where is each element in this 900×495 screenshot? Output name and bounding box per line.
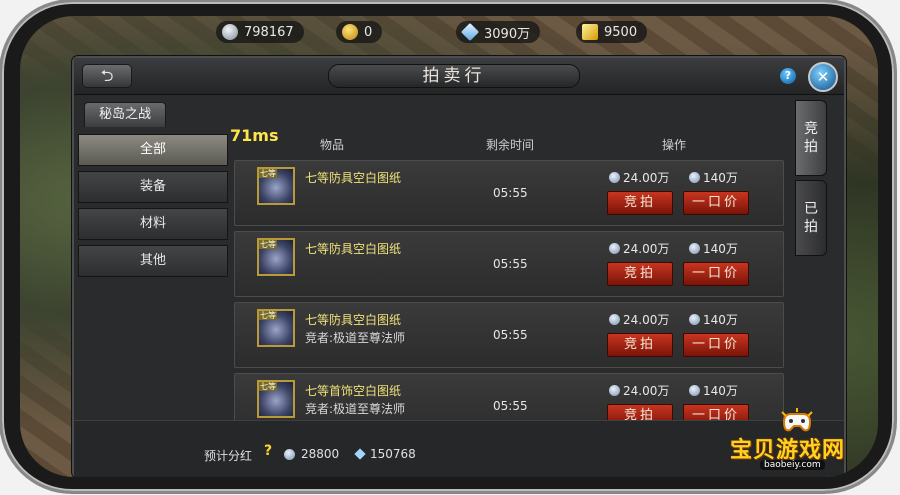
silver-coin-icon (689, 385, 700, 396)
buyout-price-value: 140万 (703, 384, 738, 398)
category-all[interactable]: 全部 (78, 134, 228, 166)
gold-value: 0 (364, 24, 373, 40)
item-name: 七等首饰空白图纸 (305, 384, 402, 398)
ingot-counter: 9500 (576, 21, 648, 43)
title-bar: ⮌ 拍卖行 ? ✕ (74, 58, 844, 95)
page-title: 拍卖行 (328, 64, 580, 88)
buyout-price: 140万 (689, 240, 738, 257)
column-header-item: 物品 (320, 138, 345, 152)
silver-coin-icon (609, 385, 620, 396)
item-thumbnail[interactable]: 七等 (257, 380, 295, 418)
auction-list[interactable]: 七等 七等防具空白图纸 05:55 24.00万 140万 竞拍 一口价 七等 … (234, 158, 802, 420)
item-name: 七等防具空白图纸 (305, 171, 402, 185)
silver-coin-icon (609, 172, 620, 183)
category-other[interactable]: 其他 (78, 245, 228, 277)
time-left: 05:55 (493, 328, 528, 342)
diamond-icon (460, 22, 480, 42)
ingot-value: 9500 (604, 24, 638, 40)
tab-bidding-label: 竞拍 (804, 121, 818, 155)
item-thumbnail[interactable]: 七等 (257, 238, 295, 276)
diamond-icon (354, 448, 366, 460)
column-header-action: 操作 (662, 138, 687, 152)
bid-price-value: 24.00万 (623, 313, 670, 327)
dividend-diamond-value: 150768 (370, 447, 416, 461)
grade-badge: 七等 (259, 169, 277, 178)
silver-coin-icon (284, 448, 295, 460)
dividend-silver: 28800 (284, 447, 339, 461)
buyout-price: 140万 (689, 169, 738, 186)
silver-coin-icon (689, 172, 700, 183)
tab-won[interactable]: 已拍 (795, 180, 827, 256)
gold-coin-icon (342, 24, 358, 40)
column-header-time: 剩余时间 (486, 138, 535, 152)
item-name: 七等防具空白图纸 (305, 242, 402, 256)
grade-badge: 七等 (259, 311, 277, 320)
bid-button[interactable]: 竞拍 (607, 404, 673, 420)
diamond-value: 3090万 (484, 26, 531, 42)
back-button[interactable]: ⮌ (82, 64, 132, 88)
game-screen: 798167 0 3090万 9500 ⮌ 拍卖行 ? ✕ 秘岛之战 全部 装备… (20, 16, 878, 477)
silver-coin-icon (689, 243, 700, 254)
help-icon[interactable]: ? (780, 68, 796, 84)
bid-price-value: 24.00万 (623, 242, 670, 256)
item-name: 七等防具空白图纸 (305, 313, 402, 327)
buyout-price: 140万 (689, 311, 738, 328)
grade-badge: 七等 (259, 382, 277, 391)
latency-readout: 71ms (230, 126, 279, 145)
buyout-price-value: 140万 (703, 171, 738, 185)
watermark-url: baobeiy.com (760, 460, 825, 470)
buyout-button[interactable]: 一口价 (683, 262, 749, 286)
tab-won-label: 已拍 (804, 201, 818, 235)
buyout-button[interactable]: 一口价 (683, 333, 749, 357)
time-left: 05:55 (493, 399, 528, 413)
bid-price-value: 24.00万 (623, 171, 670, 185)
category-materials[interactable]: 材料 (78, 208, 228, 240)
dividend-help-icon[interactable]: ? (264, 443, 272, 459)
bid-price: 24.00万 (609, 240, 669, 257)
bid-button[interactable]: 竞拍 (607, 333, 673, 357)
item-thumbnail[interactable]: 七等 (257, 167, 295, 205)
bidder-text: 竞者:极道至尊法师 (305, 402, 406, 416)
list-item: 七等 七等防具空白图纸 竞者:极道至尊法师 05:55 24.00万 140万 … (234, 302, 784, 368)
diamond-counter: 3090万 (456, 21, 541, 43)
bid-button[interactable]: 竞拍 (607, 262, 673, 286)
grade-badge: 七等 (259, 240, 277, 249)
bid-price: 24.00万 (609, 382, 669, 399)
bid-price: 24.00万 (609, 311, 669, 328)
buyout-price-value: 140万 (703, 242, 738, 256)
bid-price: 24.00万 (609, 169, 669, 186)
buyout-price-value: 140万 (703, 313, 738, 327)
watermark: 宝贝游戏网 baobeiy.com (722, 408, 872, 472)
time-left: 05:55 (493, 186, 528, 200)
bid-price-value: 24.00万 (623, 384, 670, 398)
item-thumbnail[interactable]: 七等 (257, 309, 295, 347)
tab-bidding[interactable]: 竞拍 (795, 100, 827, 176)
bid-button[interactable]: 竞拍 (607, 191, 673, 215)
silver-coin-icon (609, 314, 620, 325)
dividend-label: 预计分红 (204, 449, 253, 463)
silver-coin-icon (609, 243, 620, 254)
silver-coin-icon (689, 314, 700, 325)
time-left: 05:55 (493, 257, 528, 271)
silver-coin-icon (222, 24, 238, 40)
gold-counter: 0 (336, 21, 383, 43)
silver-value: 798167 (244, 24, 294, 40)
buyout-price: 140万 (689, 382, 738, 399)
phone-frame: 798167 0 3090万 9500 ⮌ 拍卖行 ? ✕ 秘岛之战 全部 装备… (2, 2, 894, 491)
list-item: 七等 七等防具空白图纸 05:55 24.00万 140万 竞拍 一口价 (234, 231, 784, 297)
bidder-text: 竞者:极道至尊法师 (305, 331, 406, 345)
category-equipment[interactable]: 装备 (78, 171, 228, 203)
list-item: 七等 七等防具空白图纸 05:55 24.00万 140万 竞拍 一口价 (234, 160, 784, 226)
gold-ingot-icon (582, 24, 598, 40)
silver-counter: 798167 (216, 21, 304, 43)
tab-region[interactable]: 秘岛之战 (84, 102, 166, 127)
dividend-diamonds: 150768 (354, 447, 416, 461)
dividend-silver-value: 28800 (301, 447, 340, 461)
close-button[interactable]: ✕ (808, 62, 838, 92)
buyout-button[interactable]: 一口价 (683, 191, 749, 215)
list-item: 七等 七等首饰空白图纸 竞者:极道至尊法师 05:55 24.00万 140万 … (234, 373, 784, 420)
